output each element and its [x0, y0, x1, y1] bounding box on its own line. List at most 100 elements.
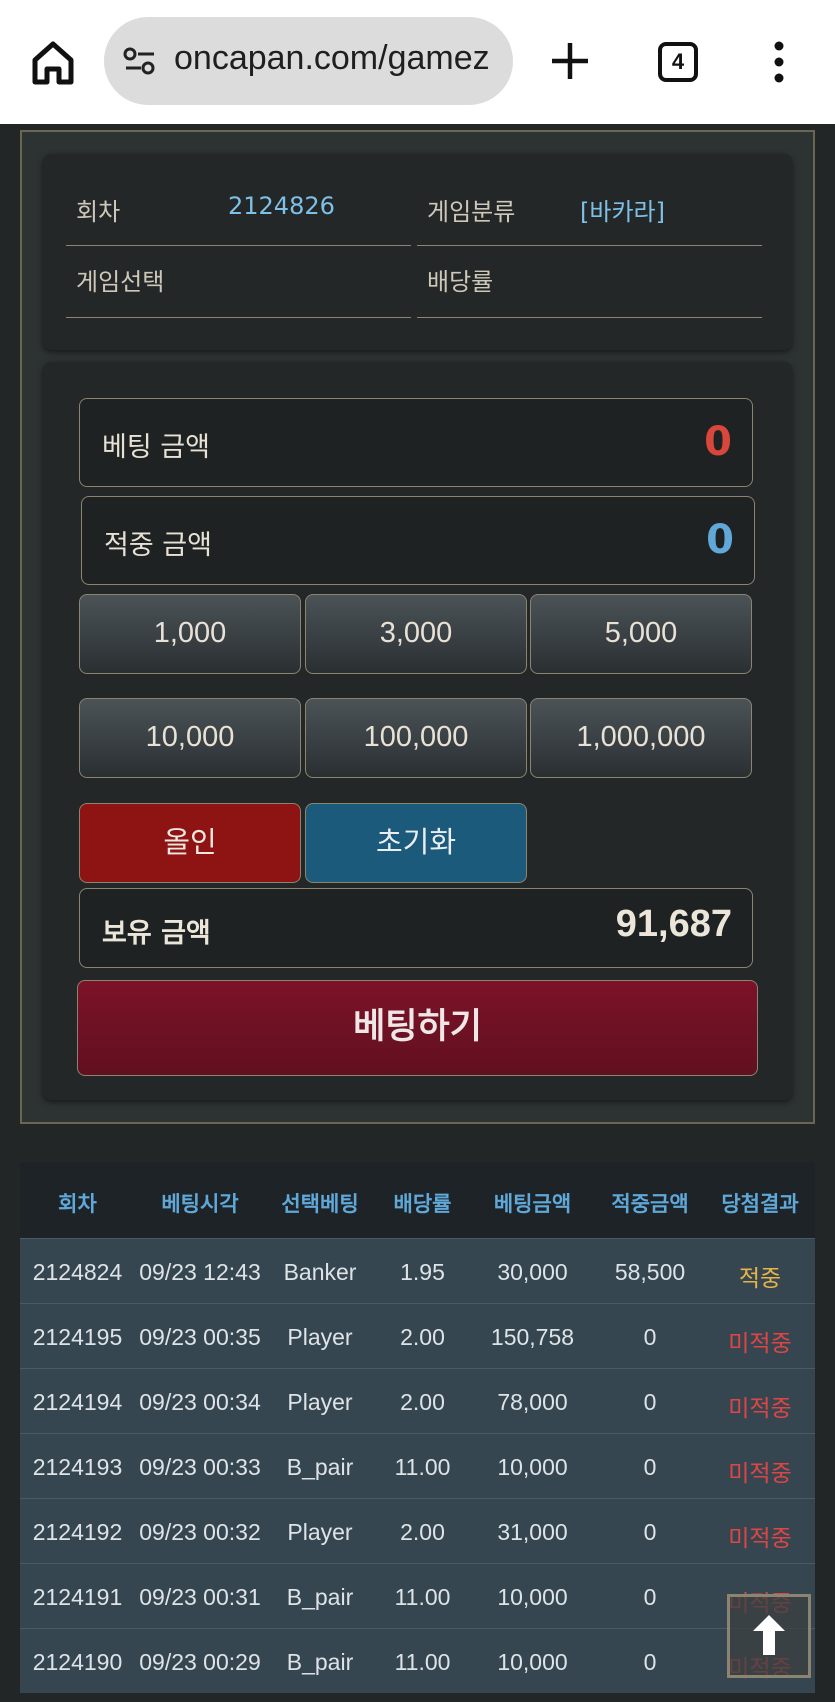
chip-1000-button[interactable]: 1,000	[79, 594, 301, 674]
place-bet-button[interactable]: 베팅하기	[77, 980, 758, 1076]
cell-odds: 11.00	[394, 1454, 451, 1480]
table-header: 회차 베팅시각 선택베팅 배당률 베팅금액 적중금액 당첨결과	[20, 1162, 815, 1238]
table-row[interactable]: 2124191 09/23 00:31 B_pair 11.00 10,000 …	[20, 1563, 815, 1628]
odds-cell: 배당률	[417, 246, 762, 318]
chip-3000-button[interactable]: 3,000	[305, 594, 527, 674]
bet-amount-value: 0	[704, 419, 732, 465]
cell-bet-amount: 78,000	[497, 1389, 568, 1415]
win-amount-label: 적중 금액	[104, 530, 212, 561]
cell-round: 2124195	[32, 1324, 123, 1350]
cell-win-amount: 0	[643, 1389, 657, 1415]
round-cell: 회차 2124826	[66, 154, 411, 246]
bet-amount-box: 베팅 금액 0	[79, 398, 753, 487]
cell-selection: Player	[287, 1519, 353, 1545]
cell-win-amount: 58,500	[614, 1259, 686, 1285]
cell-odds: 2.00	[400, 1389, 445, 1415]
cell-round: 2124194	[32, 1389, 123, 1415]
scroll-to-top-button[interactable]	[727, 1594, 811, 1678]
cell-round: 2124193	[32, 1454, 123, 1480]
category-cell: 게임분류 [바카라]	[417, 154, 762, 246]
col-odds: 배당률	[393, 1192, 452, 1216]
cell-selection: B_pair	[286, 1584, 354, 1610]
cell-result: 미적중	[728, 1330, 792, 1356]
cell-selection: Player	[287, 1389, 353, 1415]
table-row[interactable]: 2124192 09/23 00:32 Player 2.00 31,000 0…	[20, 1498, 815, 1563]
table-row[interactable]: 2124194 09/23 00:34 Player 2.00 78,000 0…	[20, 1368, 815, 1433]
cell-bet-amount: 150,758	[490, 1324, 575, 1350]
col-round: 회차	[58, 1192, 97, 1216]
cell-selection: Player	[287, 1324, 353, 1350]
bet-amount-label: 베팅 금액	[102, 432, 210, 463]
cell-bet-time: 09/23 12:43	[139, 1259, 261, 1285]
arrow-up-icon	[753, 1615, 785, 1655]
cell-round: 2124191	[32, 1584, 123, 1610]
tab-switcher-button[interactable]: 4	[658, 42, 698, 82]
balance-box: 보유 금액 91,687	[79, 888, 753, 968]
chip-10000-button[interactable]: 10,000	[79, 698, 301, 778]
all-in-button[interactable]: 올인	[79, 803, 301, 883]
cell-bet-time: 09/23 00:33	[139, 1454, 261, 1480]
cell-round: 2124824	[32, 1259, 123, 1285]
table-row[interactable]: 2124195 09/23 00:35 Player 2.00 150,758 …	[20, 1303, 815, 1368]
cell-win-amount: 0	[643, 1584, 657, 1610]
cell-round: 2124190	[32, 1649, 123, 1675]
cell-result: 적중	[738, 1265, 782, 1291]
col-bet-amount: 베팅금액	[493, 1192, 572, 1216]
chip-100000-button[interactable]: 100,000	[305, 698, 527, 778]
cell-bet-amount: 31,000	[497, 1519, 568, 1545]
cell-selection: Banker	[283, 1259, 357, 1285]
chip-1000000-button[interactable]: 1,000,000	[530, 698, 752, 778]
win-amount-value: 0	[706, 517, 734, 563]
chip-5000-button[interactable]: 5,000	[530, 594, 752, 674]
cell-result: 미적중	[728, 1460, 792, 1486]
cell-odds: 1.95	[400, 1259, 445, 1285]
balance-label: 보유 금액	[102, 918, 211, 949]
table-row[interactable]: 2124190 09/23 00:29 B_pair 11.00 10,000 …	[20, 1628, 815, 1693]
cell-odds: 2.00	[400, 1324, 445, 1350]
cell-win-amount: 0	[643, 1324, 657, 1350]
category-label: 게임분류	[427, 198, 516, 226]
round-value: 2124826	[228, 192, 335, 220]
selection-label: 게임선택	[76, 268, 165, 296]
bet-history-table: 회차 베팅시각 선택베팅 배당률 베팅금액 적중금액 당첨결과 2124824 …	[20, 1162, 815, 1702]
cell-bet-amount: 10,000	[497, 1649, 568, 1675]
cell-win-amount: 0	[643, 1454, 657, 1480]
col-selection: 선택베팅	[281, 1192, 359, 1216]
cell-round: 2124192	[32, 1519, 123, 1545]
odds-label: 배당률	[427, 268, 494, 296]
category-value: [바카라]	[580, 198, 665, 226]
table-row[interactable]: 2124193 09/23 00:33 B_pair 11.00 10,000 …	[20, 1433, 815, 1498]
balance-value: 91,687	[615, 903, 732, 945]
cell-win-amount: 0	[643, 1519, 657, 1545]
address-bar[interactable]: oncapan.com/gamez	[104, 17, 513, 105]
col-bet-time: 베팅시각	[161, 1192, 239, 1216]
cell-odds: 2.00	[400, 1519, 445, 1545]
selection-cell: 게임선택	[66, 246, 411, 318]
game-info-card: 회차 2124826 게임분류 [바카라] 게임선택 배당률	[43, 154, 792, 350]
col-win-amount: 적중금액	[611, 1192, 689, 1216]
cell-bet-time: 09/23 00:31	[139, 1584, 261, 1610]
browser-toolbar: oncapan.com/gamez 4	[0, 0, 835, 124]
col-result: 당첨결과	[721, 1192, 799, 1216]
cell-odds: 11.00	[394, 1584, 451, 1610]
cell-bet-time: 09/23 00:35	[139, 1324, 261, 1350]
home-icon[interactable]	[28, 38, 78, 88]
cell-bet-amount: 10,000	[497, 1584, 568, 1610]
table-row[interactable]: 2124824 09/23 12:43 Banker 1.95 30,000 5…	[20, 1238, 815, 1303]
url-text[interactable]: oncapan.com/gamez	[174, 39, 490, 78]
reset-button[interactable]: 초기화	[305, 803, 527, 883]
cell-win-amount: 0	[643, 1649, 657, 1675]
round-label: 회차	[76, 198, 121, 226]
cell-result: 미적중	[728, 1525, 792, 1551]
more-vert-icon[interactable]	[772, 40, 786, 84]
cell-bet-amount: 30,000	[497, 1259, 568, 1285]
win-amount-box: 적중 금액 0	[81, 496, 755, 585]
tune-icon[interactable]	[122, 45, 158, 77]
cell-bet-time: 09/23 00:29	[139, 1649, 261, 1675]
cell-bet-amount: 10,000	[497, 1454, 568, 1480]
cell-result: 미적중	[728, 1395, 792, 1421]
cell-bet-time: 09/23 00:32	[139, 1519, 261, 1545]
cell-selection: B_pair	[286, 1649, 354, 1675]
plus-icon[interactable]	[549, 40, 591, 82]
cell-bet-time: 09/23 00:34	[139, 1389, 261, 1415]
